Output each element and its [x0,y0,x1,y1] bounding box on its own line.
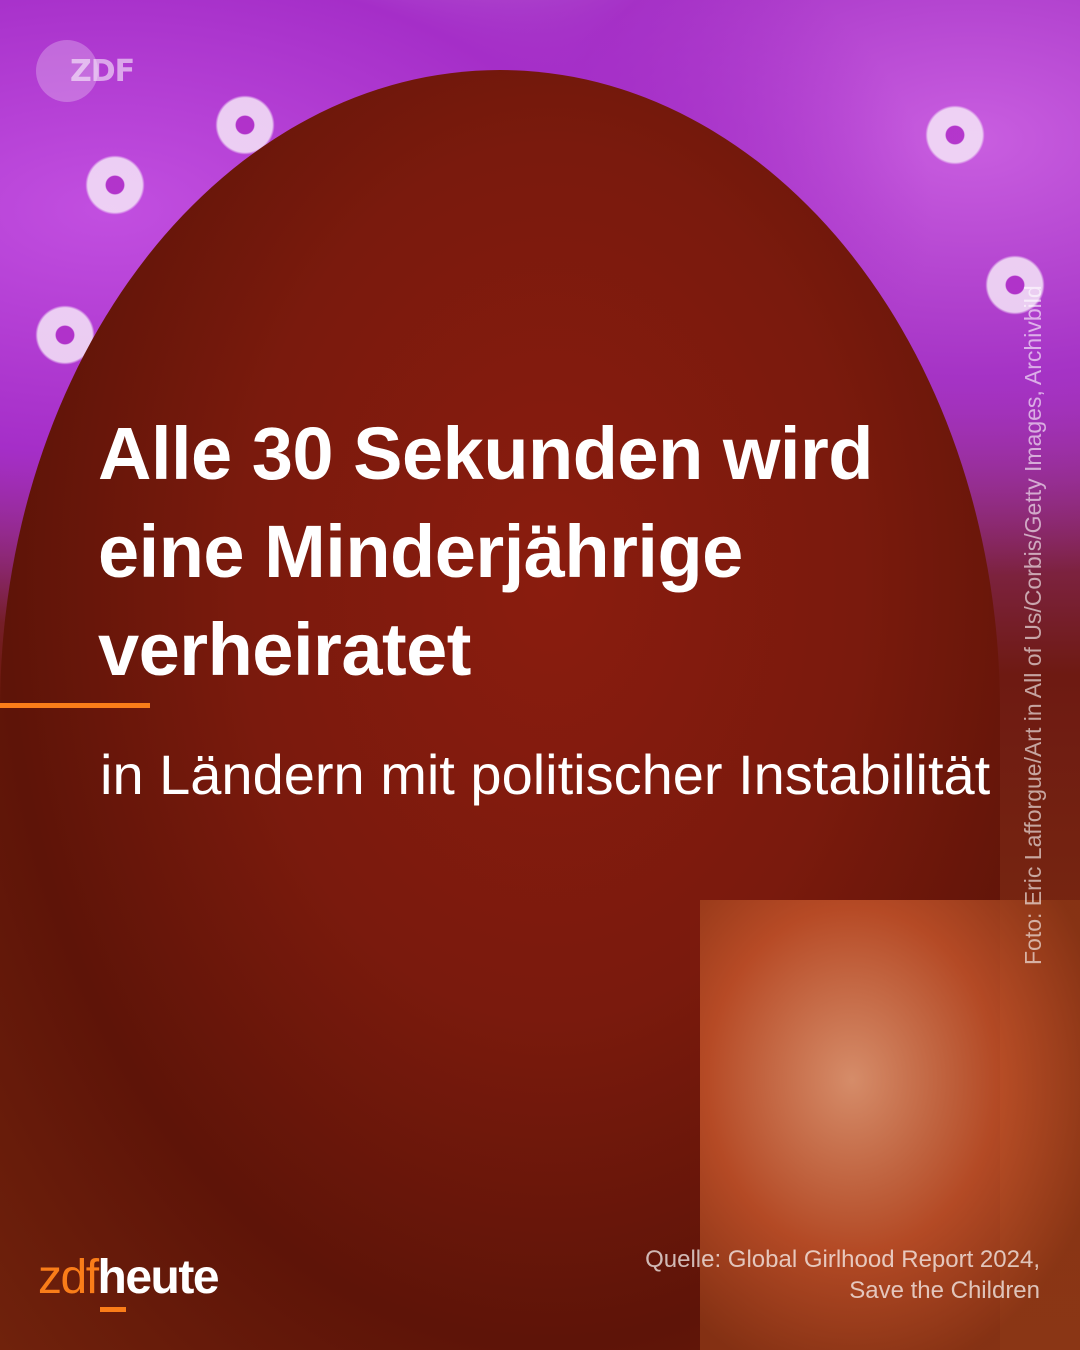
headline: Alle 30 Sekunden wird eine Minderjährige… [98,412,873,691]
flower-pattern [80,150,150,220]
source-note: Quelle: Global Girlhood Report 2024, Sav… [645,1244,1040,1306]
zdf-watermark-logo: ZDF [36,40,135,102]
post-canvas: ZDF Alle 30 Sekunden wird eine Minderjäh… [0,0,1080,1350]
flower-pattern [920,100,990,170]
photo-credit: Foto: Eric Lafforgue/Art in All of Us/Co… [1020,285,1046,965]
source-line-1: Quelle: Global Girlhood Report 2024, [645,1246,1040,1273]
accent-divider [0,703,150,708]
source-line-2: Save the Children [849,1277,1040,1304]
zdfheute-logo: zdfheute [38,1251,220,1304]
subline: in Ländern mit politischer Instabilität [100,743,991,806]
